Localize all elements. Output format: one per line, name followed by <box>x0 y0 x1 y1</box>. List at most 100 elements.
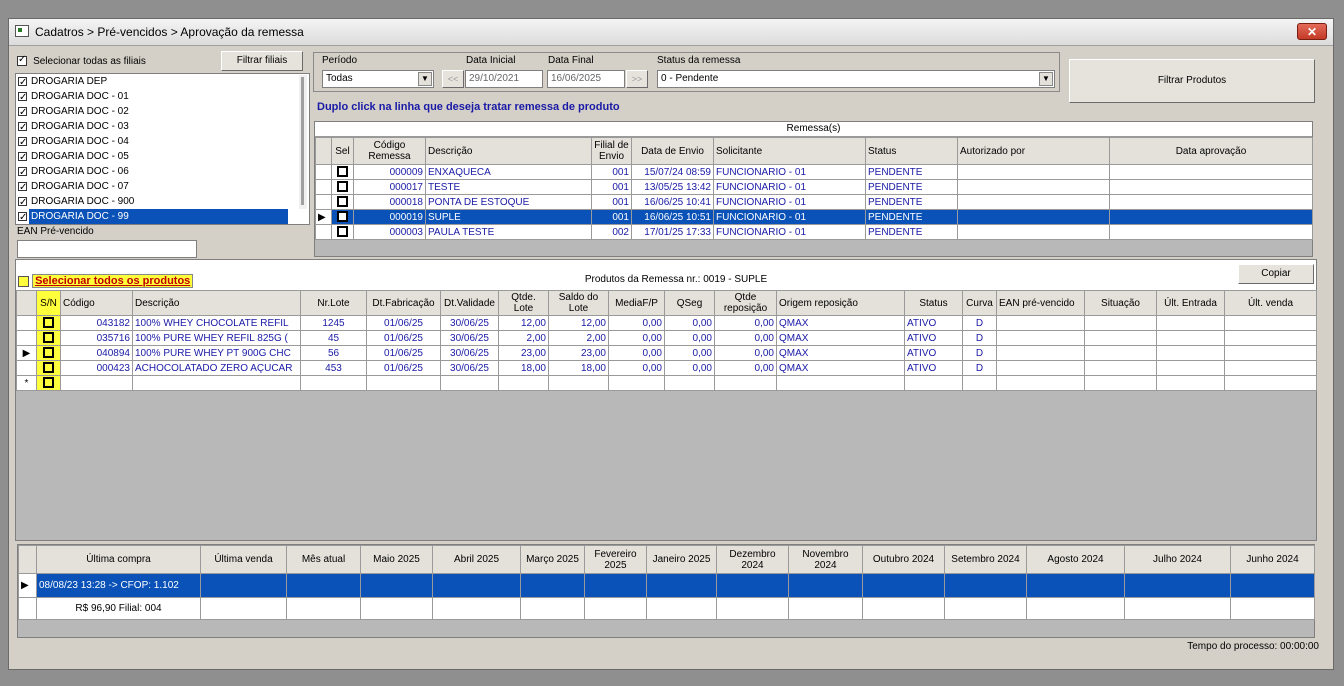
remessa-filial-cell[interactable]: 001 <box>591 179 632 195</box>
produto-row[interactable]: 043182 100% WHEY CHOCOLATE REFIL 1245 01/06… <box>16 315 1317 331</box>
historico-empty-cell[interactable] <box>788 597 863 620</box>
remessa-filial-cell[interactable]: 001 <box>591 164 632 180</box>
remessa-col-header[interactable]: Sel <box>331 137 354 165</box>
remessa-empty-cell[interactable] <box>957 224 1110 240</box>
produto-origem-cell[interactable]: QMAX <box>776 360 905 376</box>
produto-descricao-cell[interactable]: 100% PURE WHEY REFIL 825G ( <box>132 330 301 346</box>
remessa-filial-cell[interactable]: 002 <box>591 224 632 240</box>
historico-col-header[interactable]: Setembro 2024 <box>944 545 1027 574</box>
branch-item[interactable]: DROGARIA DOC - 900 <box>16 194 309 210</box>
historico-empty-cell[interactable] <box>360 573 433 598</box>
produto-col-header[interactable]: Dt.Validade <box>440 290 499 316</box>
branch-checkbox[interactable] <box>18 135 27 150</box>
historico-empty-cell[interactable] <box>584 597 647 620</box>
remessa-col-header[interactable]: Solicitante <box>713 137 866 165</box>
remessa-checkbox[interactable] <box>337 166 348 178</box>
remessa-data-cell[interactable]: 16/06/25 10:51 <box>631 209 714 225</box>
remessa-empty-cell[interactable] <box>1109 179 1313 195</box>
branch-checkbox[interactable] <box>18 195 27 210</box>
remessa-solicitante-cell[interactable]: FUNCIONARIO - 01 <box>713 209 866 225</box>
historico-empty-cell[interactable] <box>1026 597 1125 620</box>
produto-empty-cell[interactable] <box>1224 315 1317 331</box>
produto-repos-cell[interactable]: 0,00 <box>714 360 777 376</box>
ultima-compra-valor-cell[interactable]: R$ 96,90 Filial: 004 <box>36 597 201 620</box>
produto-checkbox[interactable] <box>43 347 54 359</box>
remessa-data-cell[interactable]: 13/05/25 13:42 <box>631 179 714 195</box>
data-final-input[interactable]: 16/06/2025 <box>547 70 625 88</box>
remessa-solicitante-cell[interactable]: FUNCIONARIO - 01 <box>713 164 866 180</box>
produto-empty-cell[interactable] <box>996 345 1085 361</box>
produto-codigo-cell[interactable]: 040894 <box>60 345 133 361</box>
produto-checkbox[interactable] <box>43 332 54 344</box>
produto-col-header[interactable]: Situação <box>1084 290 1157 316</box>
branch-list[interactable]: DROGARIA DEP DROGARIA DOC - 01 DROGARIA DO… <box>15 73 310 225</box>
historico-col-header[interactable]: Mês atual <box>286 545 361 574</box>
produto-empty-cell[interactable] <box>1084 345 1157 361</box>
branch-checkbox[interactable] <box>18 210 27 224</box>
remessa-status-cell[interactable]: PENDENTE <box>865 179 958 195</box>
historico-empty-cell[interactable] <box>716 573 789 598</box>
remessa-descricao-cell[interactable]: SUPLE <box>425 209 592 225</box>
produto-col-header[interactable]: Saldo do Lote <box>548 290 609 316</box>
produto-fab-cell[interactable]: 01/06/25 <box>366 345 441 361</box>
produto-qseg-cell[interactable]: 0,00 <box>664 360 715 376</box>
historico-empty-cell[interactable] <box>520 573 585 598</box>
produto-fab-cell[interactable]: 01/06/25 <box>366 360 441 376</box>
produto-qseg-cell[interactable]: 0,00 <box>664 330 715 346</box>
remessa-codigo-cell[interactable]: 000019 <box>353 209 426 225</box>
remessa-empty-cell[interactable] <box>1109 209 1313 225</box>
produto-status-cell[interactable]: ATIVO <box>904 315 963 331</box>
historico-col-header[interactable]: Junho 2024 <box>1230 545 1315 574</box>
produto-qseg-cell[interactable]: 0,00 <box>664 315 715 331</box>
produto-empty-cell[interactable] <box>664 375 715 391</box>
branch-checkbox[interactable] <box>18 165 27 180</box>
branch-list-scrollbar[interactable] <box>299 75 307 209</box>
historico-row[interactable]: R$ 96,90 Filial: 004 <box>18 597 1315 620</box>
produto-col-header[interactable]: Últ. venda <box>1224 290 1317 316</box>
produto-sn-cell[interactable] <box>36 330 61 346</box>
remessa-empty-cell[interactable] <box>1109 224 1313 240</box>
periodo-select[interactable]: Todas ▼ <box>322 70 434 88</box>
filter-products-button[interactable]: Filtrar Produtos <box>1069 59 1315 103</box>
historico-empty-cell[interactable] <box>1124 597 1231 620</box>
produto-descricao-cell[interactable]: 100% WHEY CHOCOLATE REFIL <box>132 315 301 331</box>
historico-empty-cell[interactable] <box>1026 573 1125 598</box>
produto-status-cell[interactable]: ATIVO <box>904 345 963 361</box>
produto-qtde-cell[interactable]: 18,00 <box>498 360 549 376</box>
historico-empty-cell[interactable] <box>646 597 717 620</box>
historico-empty-cell[interactable] <box>944 597 1027 620</box>
produto-qtde-cell[interactable]: 23,00 <box>498 345 549 361</box>
produto-checkbox[interactable] <box>43 317 54 329</box>
produto-empty-cell[interactable] <box>1084 315 1157 331</box>
remessa-empty-cell[interactable] <box>1109 164 1313 180</box>
branch-item[interactable]: DROGARIA DOC - 02 <box>16 104 309 120</box>
produto-empty-cell[interactable] <box>962 375 997 391</box>
remessa-data-cell[interactable]: 15/07/24 08:59 <box>631 164 714 180</box>
produto-val-cell[interactable]: 30/06/25 <box>440 330 499 346</box>
chevron-down-icon[interactable]: ▼ <box>1039 72 1053 86</box>
produto-col-header[interactable]: Qtde. Lote <box>498 290 549 316</box>
produto-row[interactable]: 035716 100% PURE WHEY REFIL 825G (45 01/06… <box>16 330 1317 346</box>
data-inicial-input[interactable]: 29/10/2021 <box>465 70 543 88</box>
produto-lote-cell[interactable]: 45 <box>300 330 367 346</box>
historico-col-header[interactable]: Maio 2025 <box>360 545 433 574</box>
remessa-codigo-cell[interactable]: 000018 <box>353 194 426 210</box>
remessa-descricao-cell[interactable]: TESTE <box>425 179 592 195</box>
historico-empty-cell[interactable] <box>944 573 1027 598</box>
produto-col-header[interactable]: Curva <box>962 290 997 316</box>
remessa-data-cell[interactable]: 16/06/25 10:41 <box>631 194 714 210</box>
produto-qtde-cell[interactable]: 2,00 <box>498 330 549 346</box>
produto-codigo-cell[interactable]: 000423 <box>60 360 133 376</box>
historico-empty-cell[interactable] <box>286 597 361 620</box>
produto-empty-cell[interactable] <box>1224 360 1317 376</box>
remessa-solicitante-cell[interactable]: FUNCIONARIO - 01 <box>713 224 866 240</box>
remessa-col-header[interactable]: Data de Envio <box>631 137 714 165</box>
historico-empty-cell[interactable] <box>1230 597 1315 620</box>
remessa-col-header[interactable]: Descrição <box>425 137 592 165</box>
produto-empty-cell[interactable] <box>996 360 1085 376</box>
remessa-checkbox[interactable] <box>337 211 348 223</box>
remessa-sel-cell[interactable] <box>331 194 354 210</box>
produto-val-cell[interactable]: 30/06/25 <box>440 315 499 331</box>
remessa-sel-cell[interactable] <box>331 164 354 180</box>
produto-lote-cell[interactable]: 453 <box>300 360 367 376</box>
